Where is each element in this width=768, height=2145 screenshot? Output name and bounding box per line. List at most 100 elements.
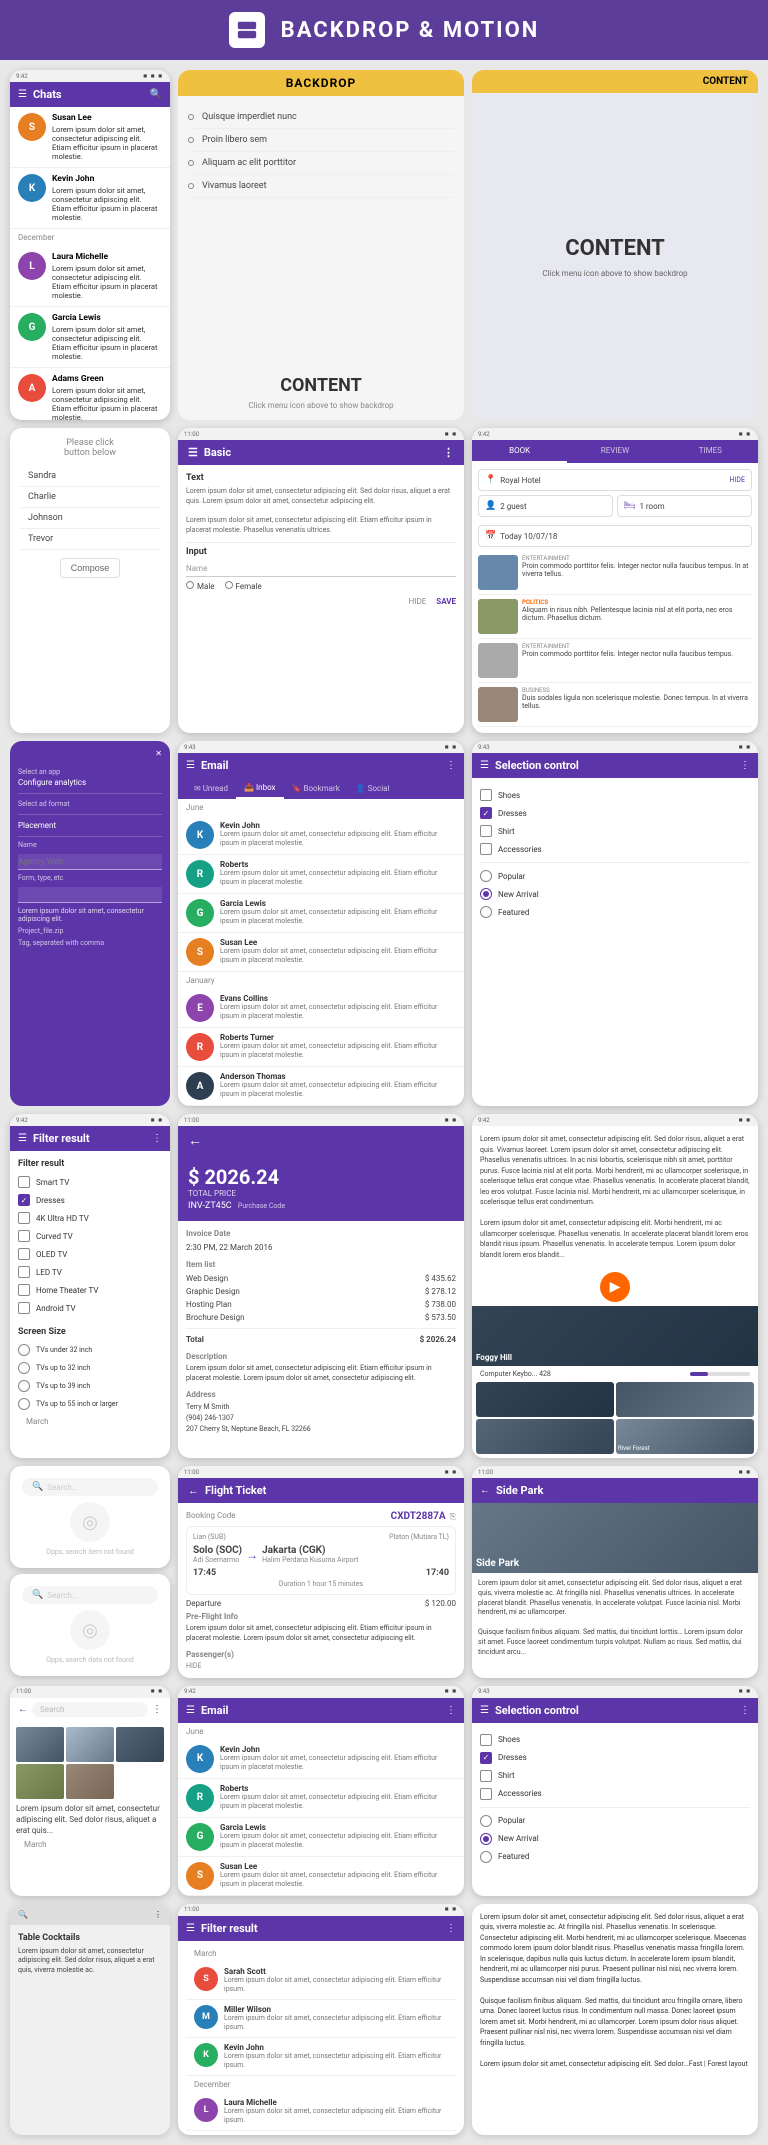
second-filter-hamburger-icon[interactable]: ☰ <box>186 1923 195 1934</box>
chat-item-adams[interactable]: A Adams Green Lorem ipsum dolor sit amet… <box>10 368 170 420</box>
email-item-kevin[interactable]: K Kevin John Lorem ipsum dolor sit amet,… <box>178 816 464 855</box>
radio-popular[interactable]: Popular <box>480 867 750 885</box>
filter-4k[interactable]: 4K Ultra HD TV <box>18 1209 162 1227</box>
size-under32-radio[interactable] <box>18 1344 30 1356</box>
email-item-roberts-turner[interactable]: R Roberts Turner Lorem ipsum dolor sit a… <box>178 1028 464 1067</box>
menu-item-1[interactable]: Quisque imperdiet nunc <box>188 106 454 129</box>
second-radio-featured[interactable]: Featured <box>480 1848 750 1866</box>
invoice-back-icon[interactable]: ← <box>188 1132 202 1149</box>
second-checkbox-shoes[interactable]: Shoes <box>480 1731 750 1749</box>
filter-kevin[interactable]: K Kevin John Lorem ipsum dolor sit amet,… <box>186 2038 456 2076</box>
search-bar-2[interactable]: 🔍 Search... <box>22 1586 158 1604</box>
menu-item-3[interactable]: Aliquam ac elit porttitor <box>188 152 454 175</box>
size-upto39-radio[interactable] <box>18 1380 30 1392</box>
checkbox-shoes[interactable]: Shoes <box>480 786 750 804</box>
second-radio-popular[interactable]: Popular <box>480 1812 750 1830</box>
second-checkbox-shirt[interactable]: Shirt <box>480 1767 750 1785</box>
filter-smart-tv[interactable]: Smart TV <box>18 1173 162 1191</box>
radio-new-arrival-circle[interactable] <box>480 888 492 900</box>
size-upto55-radio[interactable] <box>18 1398 30 1410</box>
filter-hamburger-icon[interactable]: ☰ <box>18 1133 27 1144</box>
guests-field[interactable]: 👤 2 guest <box>478 495 613 517</box>
hide-button[interactable]: HIDE <box>409 597 427 606</box>
hide-label[interactable]: HIDE <box>730 476 745 484</box>
second-email-kevin[interactable]: K Kevin John Lorem ipsum dolor sit amet,… <box>178 1740 464 1779</box>
filter-dresses-box[interactable]: ✓ <box>18 1194 30 1206</box>
compose-button[interactable]: Compose <box>60 558 121 578</box>
menu-item-4[interactable]: Vivamus laoreet <box>188 175 454 198</box>
checkbox-dresses-box[interactable]: ✓ <box>480 807 492 819</box>
copy-icon[interactable]: ⎘ <box>450 1512 456 1522</box>
tab-book[interactable]: BOOK <box>472 440 567 463</box>
date-field[interactable]: 📅 Today 10/07/18 <box>478 525 752 547</box>
second-selection-more-icon[interactable]: ⋮ <box>740 1705 750 1716</box>
news-item-1[interactable]: ENTERTAINMENT Proin commodo porttitor fe… <box>478 551 752 595</box>
play-button[interactable]: ▶ <box>600 1272 630 1302</box>
list-item-charlie[interactable]: Charlie <box>20 487 160 508</box>
list-item-sandra[interactable]: Sandra <box>20 466 160 487</box>
email-item-susan[interactable]: S Susan Lee Lorem ipsum dolor sit amet, … <box>178 933 464 972</box>
list-item-trevor[interactable]: Trevor <box>20 529 160 550</box>
checkbox-dresses[interactable]: ✓ Dresses <box>480 804 750 822</box>
checkbox-shirt-box[interactable] <box>480 825 492 837</box>
tab-times[interactable]: TIMES <box>663 440 758 463</box>
search-icon-bottom[interactable]: 🔍 <box>18 1910 28 1919</box>
second-checkbox-accessories[interactable]: Accessories <box>480 1785 750 1803</box>
filter-led-box[interactable] <box>18 1266 30 1278</box>
checkbox-accessories-box[interactable] <box>480 843 492 855</box>
radio-featured-circle[interactable] <box>480 906 492 918</box>
filter-led[interactable]: LED TV <box>18 1263 162 1281</box>
filter-android-box[interactable] <box>18 1302 30 1314</box>
email-item-anderson[interactable]: A Anderson Thomas Lorem ipsum dolor sit … <box>178 1067 464 1106</box>
filter-miller[interactable]: M Miller Wilson Lorem ipsum dolor sit am… <box>186 2000 456 2038</box>
female-radio[interactable]: Female <box>225 581 262 591</box>
tab-inbox[interactable]: 📥 Inbox <box>236 778 283 799</box>
second-email-more-icon[interactable]: ⋮ <box>446 1705 456 1716</box>
save-button[interactable]: SAVE <box>436 597 456 606</box>
selection-more-icon[interactable]: ⋮ <box>740 760 750 771</box>
male-radio[interactable]: Male <box>186 581 215 591</box>
email-hamburger-icon[interactable]: ☰ <box>186 760 195 771</box>
second-radio-new-arrival[interactable]: New Arrival <box>480 1830 750 1848</box>
size-upto39[interactable]: TVs up to 39 inch <box>18 1377 162 1395</box>
agency-input[interactable] <box>18 854 162 870</box>
hamburger-icon[interactable]: ☰ <box>188 446 198 459</box>
checkbox-accessories[interactable]: Accessories <box>480 840 750 858</box>
sidepark-back-icon[interactable]: ← <box>480 1485 490 1496</box>
filter-android[interactable]: Android TV <box>18 1299 162 1317</box>
more-icon-bottom[interactable]: ⋮ <box>154 1910 162 1919</box>
second-email-hamburger-icon[interactable]: ☰ <box>186 1705 195 1716</box>
close-button[interactable]: ✕ <box>18 749 162 758</box>
news-item-3[interactable]: ENTERTAINMENT Proin commodo porttitor fe… <box>478 639 752 683</box>
menu-item-2[interactable]: Proin libero sem <box>188 129 454 152</box>
radio-popular-circle[interactable] <box>480 870 492 882</box>
tab-unread[interactable]: ✉ Unread <box>186 778 236 799</box>
filter-curved[interactable]: Curved TV <box>18 1227 162 1245</box>
filter-oled-box[interactable] <box>18 1248 30 1260</box>
chat-search-icon[interactable]: 🔍 <box>150 89 162 100</box>
filter-dresses[interactable]: ✓ Dresses <box>18 1191 162 1209</box>
radio-new-arrival[interactable]: New Arrival <box>480 885 750 903</box>
email-more-icon[interactable]: ⋮ <box>446 760 456 771</box>
filter-4k-box[interactable] <box>18 1212 30 1224</box>
email-item-garcia[interactable]: G Garcia Lewis Lorem ipsum dolor sit ame… <box>178 894 464 933</box>
back-search-icon[interactable]: ← <box>18 1704 28 1715</box>
tab-bookmark[interactable]: 🔖 Bookmark <box>284 778 348 799</box>
news-item-4[interactable]: BUSINESS Duis sodales ligula non sceleri… <box>478 683 752 727</box>
size-under32[interactable]: TVs under 32 inch <box>18 1341 162 1359</box>
filter-curved-box[interactable] <box>18 1230 30 1242</box>
tab-review[interactable]: REVIEW <box>567 440 662 463</box>
list-item-johnson[interactable]: Johnson <box>20 508 160 529</box>
chat-item-garcia[interactable]: G Garcia Lewis Lorem ipsum dolor sit ame… <box>10 307 170 368</box>
flight-back-icon[interactable]: ← <box>188 1484 199 1497</box>
chat-item-susan[interactable]: S Susan Lee Lorem ipsum dolor sit amet, … <box>10 107 170 168</box>
more-search-icon[interactable]: ⋮ <box>152 1704 162 1715</box>
rooms-field[interactable]: 🛏 1 room <box>617 495 752 517</box>
hotel-field[interactable]: 📍 Royal Hotel HIDE <box>478 469 752 491</box>
search-bar-1[interactable]: 🔍 Search... <box>22 1478 158 1496</box>
size-upto55[interactable]: TVs up to 55 inch or larger <box>18 1395 162 1413</box>
second-email-roberts[interactable]: R Roberts Lorem ipsum dolor sit amet, co… <box>178 1779 464 1818</box>
second-email-garcia[interactable]: G Garcia Lewis Lorem ipsum dolor sit ame… <box>178 1818 464 1857</box>
chat-item-laura[interactable]: L Laura Michelle Lorem ipsum dolor sit a… <box>10 246 170 307</box>
chat-item-kevin[interactable]: K Kevin John Lorem ipsum dolor sit amet,… <box>10 168 170 229</box>
